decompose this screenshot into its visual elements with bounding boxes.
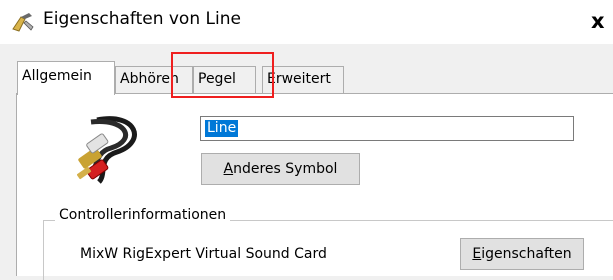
selected-text: Line <box>205 120 239 137</box>
window-title: Eigenschaften von Line <box>43 9 241 29</box>
properties-button[interactable]: Eigenschaften <box>460 238 584 270</box>
tab-erweitert[interactable]: Erweitert <box>262 66 344 93</box>
tab-allgemein[interactable]: Allgemein <box>17 61 115 95</box>
controller-info-label: Controllerinformationen <box>55 207 231 223</box>
change-icon-mnemonic: A <box>223 161 234 177</box>
audio-cable-icon <box>77 116 137 184</box>
speaker-properties-icon <box>12 13 34 32</box>
close-button[interactable]: x <box>591 5 613 37</box>
change-icon-label: nderes Symbol <box>233 161 338 177</box>
device-name-input[interactable]: Line <box>200 116 574 141</box>
change-icon-button[interactable]: Anderes Symbol <box>201 153 360 185</box>
highlight-annotation <box>171 52 274 98</box>
properties-mnemonic: E <box>472 246 482 262</box>
title-bar: Eigenschaften von Line x <box>0 0 613 44</box>
properties-label: igenschaften <box>481 246 572 262</box>
controller-device-name: MixW RigExpert Virtual Sound Card <box>80 246 327 262</box>
